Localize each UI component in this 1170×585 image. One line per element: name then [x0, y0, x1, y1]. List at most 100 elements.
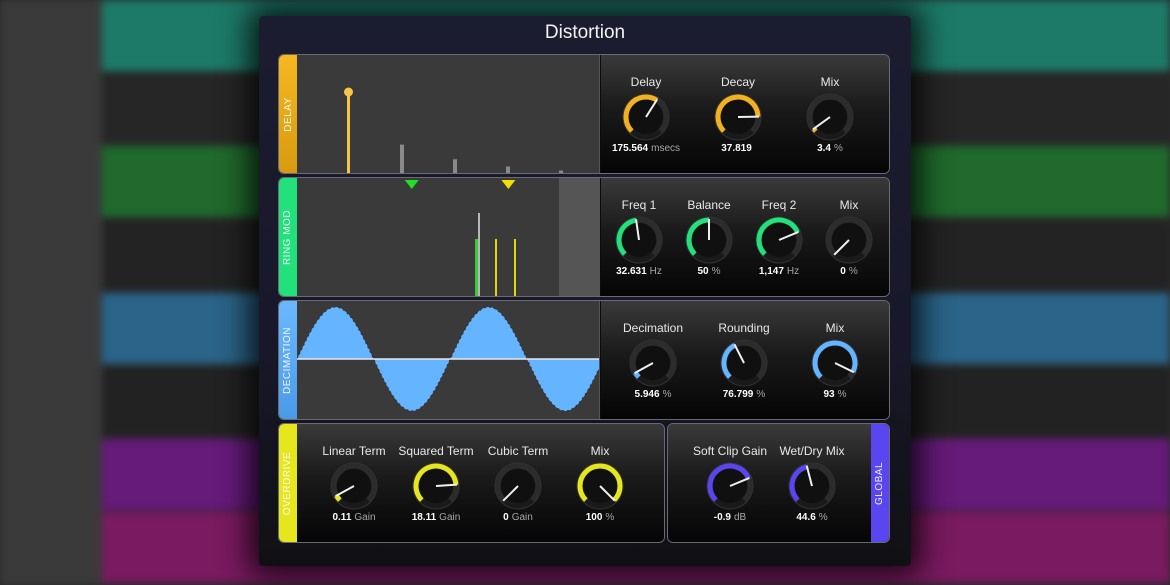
knob-label: Decay	[720, 75, 755, 89]
decimation-section: DECIMATION Decimation 5.946% Rounding 76.79…	[278, 300, 890, 420]
knob-value: 76.799	[722, 389, 754, 400]
knob-value: 0	[503, 512, 509, 523]
knob-unit: %	[756, 389, 766, 400]
knob-dial[interactable]	[805, 92, 855, 142]
knob-value: 175.564	[611, 143, 649, 154]
frequency-marker[interactable]	[501, 180, 516, 189]
knob-pointer	[435, 483, 458, 487]
delay-tap-bar	[453, 159, 457, 173]
knob-dial[interactable]	[621, 92, 671, 142]
knob-mix[interactable]: Mix 3.4%	[785, 75, 875, 154]
knob-wet-dry-mix[interactable]: Wet/Dry Mix 44.6%	[767, 444, 857, 523]
knob-delay[interactable]: Delay 175.564 msecs	[601, 75, 691, 154]
knob-dial[interactable]	[628, 338, 678, 388]
knob-dial[interactable]	[575, 461, 625, 511]
knob-mix[interactable]: Mix 100%	[555, 444, 645, 523]
knob-value: 37.819	[721, 143, 752, 154]
knob-value-readout: 175.564 msecs	[601, 143, 691, 154]
global-controls: Soft Clip Gain -0.9 dB Wet/Dry Mix 44.6%	[668, 424, 871, 542]
knob-dial[interactable]	[754, 215, 804, 265]
knob-value: 0.11	[332, 512, 352, 523]
knob-dial[interactable]	[787, 461, 837, 511]
knob-value-readout: 0%	[804, 266, 889, 277]
knob-value-readout: 44.6%	[767, 512, 857, 523]
knob-unit: %	[662, 389, 672, 400]
knob-squared-term[interactable]: Squared Term 18.11 Gain	[391, 444, 481, 523]
knob-dial[interactable]	[713, 92, 763, 142]
frequency-marker[interactable]	[404, 180, 419, 189]
knob-unit: dB	[734, 512, 747, 523]
ring-mod-section-tab[interactable]: RING MOD	[279, 178, 297, 296]
knob-dial[interactable]	[493, 461, 543, 511]
delay-tap-bar[interactable]	[347, 92, 350, 173]
knob-value-readout: 93%	[790, 389, 880, 400]
knob-label: Delay	[630, 75, 662, 89]
knob-rounding[interactable]: Rounding 76.799%	[699, 321, 789, 400]
knob-value: 5.946	[634, 389, 660, 400]
knob-label: Mix	[820, 75, 840, 89]
ring-mod-scroll-area[interactable]	[559, 178, 599, 296]
spectrum-bar	[478, 213, 480, 296]
ring-mod-section-label: RING MOD	[282, 209, 294, 265]
knob-mix[interactable]: Mix 0%	[804, 198, 889, 277]
knob-value: 3.4	[817, 143, 831, 154]
overdrive-section-tab[interactable]: OVERDRIVE	[279, 424, 297, 542]
spectrum-bar	[495, 239, 497, 296]
knob-dial[interactable]	[329, 461, 379, 511]
decimation-section-tab[interactable]: DECIMATION	[279, 301, 297, 419]
knob-unit: Gain	[439, 512, 461, 523]
knob-decay[interactable]: Decay 37.819	[693, 75, 783, 154]
knob-dial[interactable]	[705, 461, 755, 511]
knob-dial[interactable]	[810, 338, 860, 388]
knob-decimation[interactable]: Decimation 5.946%	[608, 321, 698, 400]
knob-soft-clip-gain[interactable]: Soft Clip Gain -0.9 dB	[685, 444, 775, 523]
knob-dial[interactable]	[614, 215, 664, 265]
knob-unit: Hz	[786, 266, 800, 277]
delay-section-tab[interactable]: DELAY	[279, 55, 297, 173]
knob-label: Soft Clip Gain	[692, 444, 768, 458]
knob-unit: %	[818, 512, 828, 523]
knob-dial[interactable]	[824, 215, 874, 265]
knob-label: Mix	[825, 321, 845, 335]
window-title: Distortion	[544, 22, 626, 43]
decimation-waveform-display	[296, 301, 600, 419]
knob-value: 44.6	[796, 512, 816, 523]
knob-unit: %	[711, 266, 721, 277]
delay-tap-handle[interactable]	[344, 87, 353, 97]
knob-dial[interactable]	[684, 215, 734, 265]
knob-dial[interactable]	[719, 338, 769, 388]
knob-unit: %	[848, 266, 858, 277]
knob-value-readout: 5.946%	[608, 389, 698, 400]
ring-mod-section: RING MOD Freq 1 32.631 Hz Balance 50% Freq 21…	[278, 177, 890, 297]
global-section-tab[interactable]: GLOBAL	[871, 424, 889, 542]
knob-unit: %	[605, 512, 615, 523]
knob-unit: msecs	[651, 143, 681, 154]
decimation-section-label: DECIMATION	[282, 326, 294, 394]
knob-mix[interactable]: Mix 93%	[790, 321, 880, 400]
ring-mod-controls: Freq 1 32.631 Hz Balance 50% Freq 2 1,147 Hz Mix…	[601, 178, 889, 296]
knob-unit: %	[834, 143, 843, 154]
ring-mod-spectrum-display	[297, 178, 600, 296]
global-section-label: GLOBAL	[874, 461, 886, 505]
knob-value: 1,147	[758, 266, 784, 277]
knob-unit: %	[837, 389, 847, 400]
knob-value-readout: 0 Gain	[473, 512, 563, 523]
knob-cubic-term[interactable]: Cubic Term 0 Gain	[473, 444, 563, 523]
knob-value: 0	[840, 266, 846, 277]
global-section: Soft Clip Gain -0.9 dB Wet/Dry Mix 44.6% GLO…	[667, 423, 890, 543]
delay-tap-bar	[559, 170, 563, 173]
knob-linear-term[interactable]: Linear Term 0.11 Gain	[309, 444, 399, 523]
knob-label: Decimation	[622, 321, 684, 335]
knob-value: 50	[697, 266, 709, 277]
delay-section: DELAY Delay 175.564 msecs Decay 37.819 Mix 3.4…	[278, 54, 890, 174]
spectrum-bar	[514, 239, 516, 296]
knob-value-readout: 100%	[555, 512, 645, 523]
overdrive-section: OVERDRIVE Linear Term 0.11 Gain Squared Ter…	[278, 423, 665, 543]
knob-label: Linear Term	[322, 444, 386, 458]
knob-label: Rounding	[718, 321, 770, 335]
knob-dial[interactable]	[411, 461, 461, 511]
knob-value-readout: 76.799%	[699, 389, 789, 400]
delay-tap-bar	[506, 166, 510, 173]
overdrive-section-label: OVERDRIVE	[282, 451, 294, 515]
delay-taps-display	[297, 55, 600, 173]
